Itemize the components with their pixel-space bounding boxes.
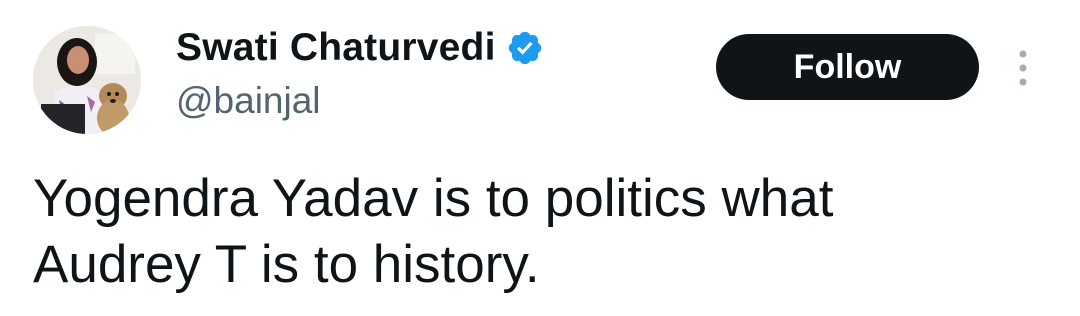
author-name-row: Swati Chaturvedi [176, 24, 544, 72]
author-display-name[interactable]: Swati Chaturvedi [176, 26, 496, 70]
follow-button[interactable]: Follow [716, 34, 979, 100]
author-handle[interactable]: @bainjal [176, 80, 321, 122]
author-avatar[interactable] [33, 26, 141, 134]
verified-badge-icon [508, 31, 541, 65]
more-dots-glyph [1019, 50, 1027, 86]
profile-photo-icon [33, 26, 141, 134]
tweet-text: Yogendra Yadav is to politics what Audre… [33, 169, 834, 294]
more-vertical-icon[interactable] [1008, 46, 1038, 90]
tweet-card: Swati Chaturvedi @bainjal Follow Yogendr… [0, 0, 1080, 316]
